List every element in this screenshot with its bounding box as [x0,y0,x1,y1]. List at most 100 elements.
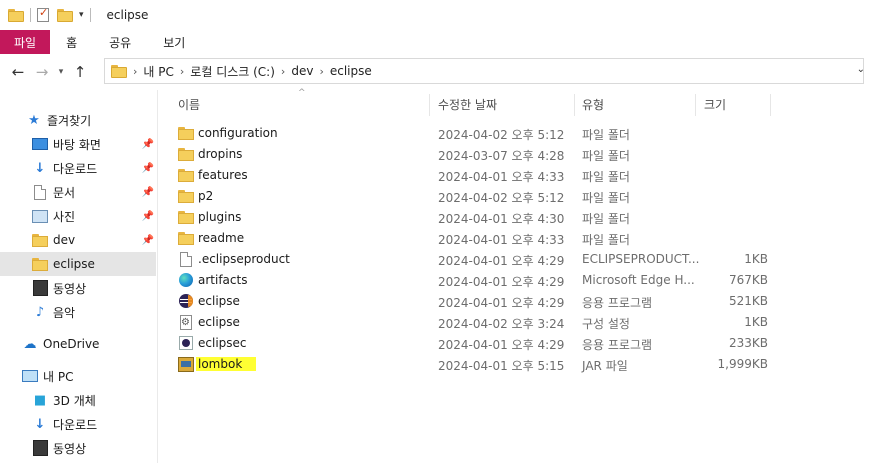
breadcrumb-eclipse[interactable]: eclipse [330,64,372,78]
tab-share[interactable]: 공유 [93,30,147,54]
up-arrow-icon[interactable]: ↑ [68,63,92,81]
nav-quick-access[interactable]: ★ 즐겨찾기 [0,108,156,132]
forward-arrow-icon[interactable]: → [30,63,54,81]
table-row[interactable]: eclipse 2024-04-01 오후 4:29 응용 프로그램 521KB [158,291,869,312]
new-folder-icon[interactable] [57,8,73,22]
folder-icon [178,189,194,205]
nav-label: 바탕 화면 [53,137,101,152]
file-name: artifacts [198,273,248,287]
column-header: ^ 이름 수정한 날짜 유형 크기 [158,88,869,118]
chevron-right-icon[interactable]: › [319,65,323,78]
music-icon: ♪ [35,304,45,320]
table-row[interactable]: plugins 2024-04-01 오후 4:30 파일 폴더 [158,207,869,228]
table-row[interactable]: eclipsec 2024-04-01 오후 4:29 응용 프로그램 233K… [158,333,869,354]
table-row[interactable]: lombok 2024-04-01 오후 5:15 JAR 파일 1,999KB [158,354,869,375]
chevron-right-icon[interactable]: › [133,65,137,78]
nav-item-videos[interactable]: 동영상 [0,276,156,300]
table-row[interactable]: artifacts 2024-04-01 오후 4:29 Microsoft E… [158,270,869,291]
nav-item-pc-downloads[interactable]: ↓ 다운로드 [0,412,156,436]
column-size[interactable]: 크기 [704,90,726,118]
pin-icon[interactable]: 📌 [142,187,154,198]
table-row[interactable]: p2 2024-04-02 오후 5:12 파일 폴더 [158,186,869,207]
chevron-right-icon[interactable]: › [281,65,285,78]
file-name: eclipse [198,294,240,308]
column-name[interactable]: 이름 [178,90,200,118]
navigation-bar: ← → ▾ ↑ › 내 PC › 로컬 디스크 (C:) › dev › ecl… [0,54,869,90]
file-date: 2024-04-01 오후 5:15 [438,359,565,373]
column-resize-handle[interactable] [770,94,771,116]
column-type[interactable]: 유형 [582,90,604,118]
nav-item-downloads[interactable]: ↓ 다운로드 📌 [0,156,156,180]
nav-item-pc-videos[interactable]: 동영상 [0,436,156,460]
nav-item-pictures[interactable]: 사진 📌 [0,204,156,228]
nav-item-3d-objects[interactable]: ■ 3D 개체 [0,388,156,412]
file-type: ECLIPSEPRODUCT... [582,252,700,266]
file-size: 767KB [728,273,768,287]
file-type: JAR 파일 [582,359,628,373]
address-dropdown-icon[interactable]: ⌄ [857,64,865,75]
recent-locations-icon[interactable]: ▾ [54,67,68,77]
folder-icon [178,231,194,247]
table-row[interactable]: .eclipseproduct 2024-04-01 오후 4:29 ECLIP… [158,249,869,270]
pin-icon[interactable]: 📌 [142,163,154,174]
chevron-right-icon[interactable]: › [180,65,184,78]
file-name: plugins [198,210,242,224]
nav-item-documents[interactable]: 문서 📌 [0,180,156,204]
file-name: dropins [198,147,243,161]
nav-label: 음악 [53,305,76,320]
tab-view[interactable]: 보기 [147,30,201,54]
file-size: 1KB [744,252,768,266]
video-icon [32,440,48,456]
column-resize-handle[interactable] [695,94,696,116]
tab-home[interactable]: 홈 [50,30,93,54]
pin-icon[interactable]: 📌 [142,211,154,222]
folder-icon [32,256,48,272]
tab-file[interactable]: 파일 [0,30,51,54]
folder-icon [178,147,194,163]
pin-icon[interactable]: 📌 [142,139,154,150]
table-row[interactable]: readme 2024-04-01 오후 4:33 파일 폴더 [158,228,869,249]
column-resize-handle[interactable] [574,94,575,116]
nav-label: 동영상 [53,441,87,456]
pin-icon[interactable]: 📌 [142,235,154,246]
file-date: 2024-04-02 오후 5:12 [438,128,565,142]
breadcrumb-this-pc[interactable]: 내 PC [143,63,173,80]
table-row[interactable]: configuration 2024-04-02 오후 5:12 파일 폴더 [158,123,869,144]
file-type: 파일 폴더 [582,233,630,247]
file-date: 2024-04-01 오후 4:30 [438,212,565,226]
eclipsec-icon [178,336,194,352]
file-date: 2024-04-01 오후 4:29 [438,296,565,310]
file-date: 2024-04-01 오후 4:29 [438,338,565,352]
address-bar[interactable]: › 내 PC › 로컬 디스크 (C:) › dev › eclipse ⌄ [104,58,865,84]
eclipse-icon [178,294,194,310]
file-name: readme [198,231,245,245]
nav-item-eclipse[interactable]: eclipse [0,252,156,276]
file-type: Microsoft Edge H... [582,273,695,287]
properties-icon[interactable] [37,6,49,22]
file-name: eclipsec [198,336,247,350]
table-row[interactable]: dropins 2024-03-07 오후 4:28 파일 폴더 [158,144,869,165]
column-date[interactable]: 수정한 날짜 [438,90,497,118]
customize-toolbar-dropdown-icon[interactable]: ▾ [79,10,84,20]
sort-ascending-icon: ^ [298,88,306,98]
blank-file-icon [178,252,194,268]
nav-onedrive[interactable]: ☁ OneDrive [0,332,156,356]
column-resize-handle[interactable] [429,94,430,116]
table-row[interactable]: eclipse 2024-04-02 오후 3:24 구성 설정 1KB [158,312,869,333]
breadcrumb-local-disk[interactable]: 로컬 디스크 (C:) [190,63,275,80]
back-arrow-icon[interactable]: ← [6,63,30,81]
nav-this-pc[interactable]: 내 PC [0,364,156,388]
nav-item-dev[interactable]: dev 📌 [0,228,156,252]
table-row[interactable]: features 2024-04-01 오후 4:33 파일 폴더 [158,165,869,186]
nav-item-desktop[interactable]: 바탕 화면 📌 [0,132,156,156]
desktop-icon [32,136,48,152]
3d-objects-icon: ■ [33,392,47,408]
nav-item-music[interactable]: ♪ 음악 [0,300,156,324]
download-icon: ↓ [34,160,46,176]
pictures-icon [32,208,48,224]
navigation-pane: ★ 즐겨찾기 바탕 화면 📌 ↓ 다운로드 📌 문서 📌 사진 📌 dev 📌 … [0,96,157,463]
edge-icon [178,273,194,289]
file-date: 2024-04-01 오후 4:33 [438,233,565,247]
video-icon [32,280,48,296]
breadcrumb-dev[interactable]: dev [291,64,313,78]
